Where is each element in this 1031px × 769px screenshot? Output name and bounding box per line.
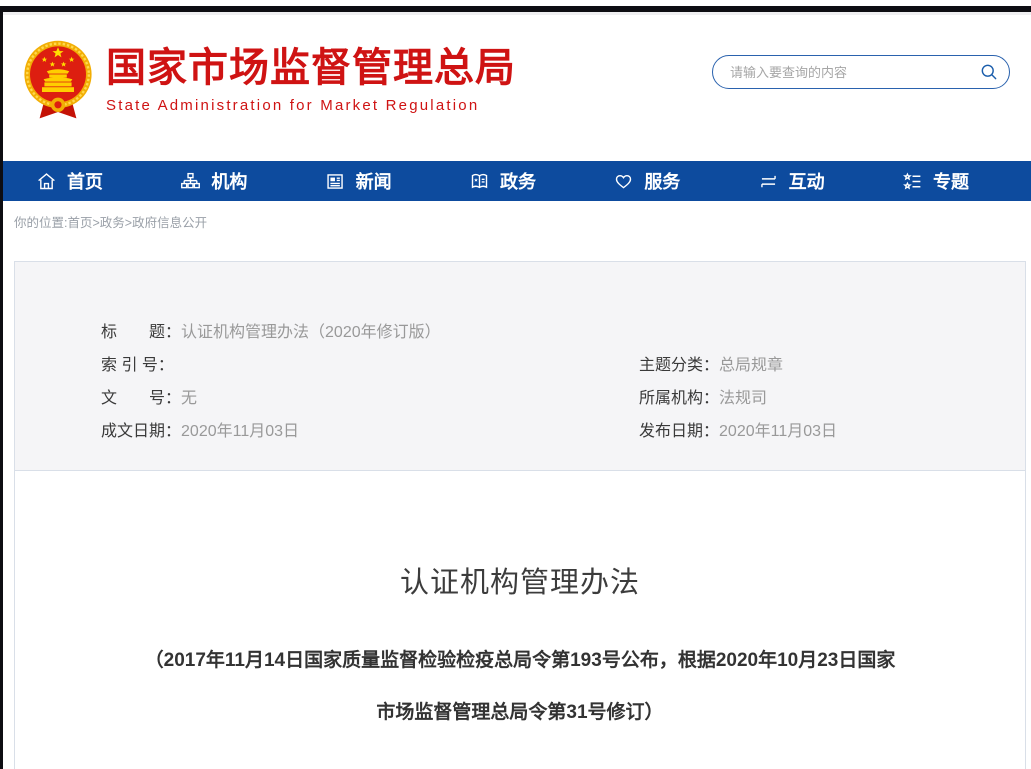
nav-item-services[interactable]: 服务: [613, 168, 680, 194]
search-icon: [979, 62, 999, 82]
home-icon: [36, 171, 57, 192]
info-row-category: 主题分类：总局规章: [520, 349, 1025, 382]
nav-label: 首页: [67, 168, 103, 194]
main-nav: 首页 机构 新闻 政务 服务 互动: [0, 161, 1031, 201]
info-label: 标 题：: [101, 324, 181, 341]
info-row-publish-date: 发布日期：2020年11月03日: [520, 415, 1025, 448]
info-value: 认证机构管理办法（2020年修订版）: [181, 324, 441, 341]
site-header: 国家市场监督管理总局 State Administration for Mark…: [0, 6, 1031, 161]
info-label: 主题分类：: [639, 357, 719, 374]
info-label: 所属机构：: [639, 390, 719, 407]
nav-item-gov[interactable]: 政务: [469, 168, 536, 194]
info-value: 2020年11月03日: [181, 423, 299, 440]
site-title-cn: 国家市场监督管理总局: [106, 46, 516, 90]
main-content: 标 题：认证机构管理办法（2020年修订版） 索 引 号： 文 号：无 成文日期…: [14, 261, 1026, 769]
news-icon: [325, 171, 346, 192]
window-left-edge: [0, 6, 3, 769]
info-row-doc-number: 文 号：无: [15, 382, 520, 415]
info-value: 总局规章: [719, 357, 783, 374]
nav-label: 政务: [500, 168, 536, 194]
info-value: 无: [181, 390, 197, 407]
site-logo[interactable]: 国家市场监督管理总局 State Administration for Mark…: [18, 36, 516, 124]
swap-icon: [758, 171, 779, 192]
info-label: 文 号：: [101, 390, 181, 407]
search-box: [712, 55, 1010, 89]
nav-label: 机构: [211, 168, 247, 194]
document-body: 认证机构管理办法 （2017年11月14日国家质量监督检验检疫总局令第193号公…: [14, 471, 1026, 769]
nav-item-news[interactable]: 新闻: [325, 168, 392, 194]
search-button[interactable]: [969, 56, 1009, 88]
info-label: 成文日期：: [101, 423, 181, 440]
info-row-written-date: 成文日期：2020年11月03日: [15, 415, 520, 448]
document-title: 认证机构管理办法: [15, 471, 1025, 601]
info-value: 法规司: [719, 390, 767, 407]
site-title-en: State Administration for Market Regulati…: [106, 97, 516, 114]
top-divider: [0, 12, 1031, 15]
document-intro: （2017年11月14日国家质量监督检验检疫总局令第193号公布，根据2020年…: [105, 635, 935, 739]
heart-icon: [613, 171, 634, 192]
nav-label: 互动: [789, 168, 825, 194]
topics-icon: [902, 171, 923, 192]
info-row-index-number: 索 引 号：: [15, 349, 520, 382]
info-value: 2020年11月03日: [719, 423, 837, 440]
search-input[interactable]: [713, 65, 969, 80]
national-emblem-icon: [18, 36, 98, 124]
nav-label: 服务: [644, 168, 680, 194]
org-icon: [180, 171, 201, 192]
info-label: 发布日期：: [639, 423, 719, 440]
nav-item-interact[interactable]: 互动: [758, 168, 825, 194]
nav-label: 新闻: [356, 168, 392, 194]
info-label: 索 引 号：: [101, 357, 174, 374]
nav-label: 专题: [933, 168, 969, 194]
info-row-department: 所属机构：法规司: [520, 382, 1025, 415]
nav-item-home[interactable]: 首页: [36, 168, 103, 194]
nav-item-topics[interactable]: 专题: [902, 168, 969, 194]
gov-icon: [469, 171, 490, 192]
document-intro-line: （2017年11月14日国家质量监督检验检疫总局令第193号公布，根据2020年…: [105, 635, 935, 687]
breadcrumb[interactable]: 你的位置:首页>政务>政府信息公开: [14, 212, 1031, 231]
info-row-title: 标 题：认证机构管理办法（2020年修订版）: [15, 316, 520, 349]
document-intro-line: 市场监督管理总局令第31号修订）: [105, 687, 935, 739]
nav-item-org[interactable]: 机构: [180, 168, 247, 194]
document-info-panel: 标 题：认证机构管理办法（2020年修订版） 索 引 号： 文 号：无 成文日期…: [14, 261, 1026, 471]
